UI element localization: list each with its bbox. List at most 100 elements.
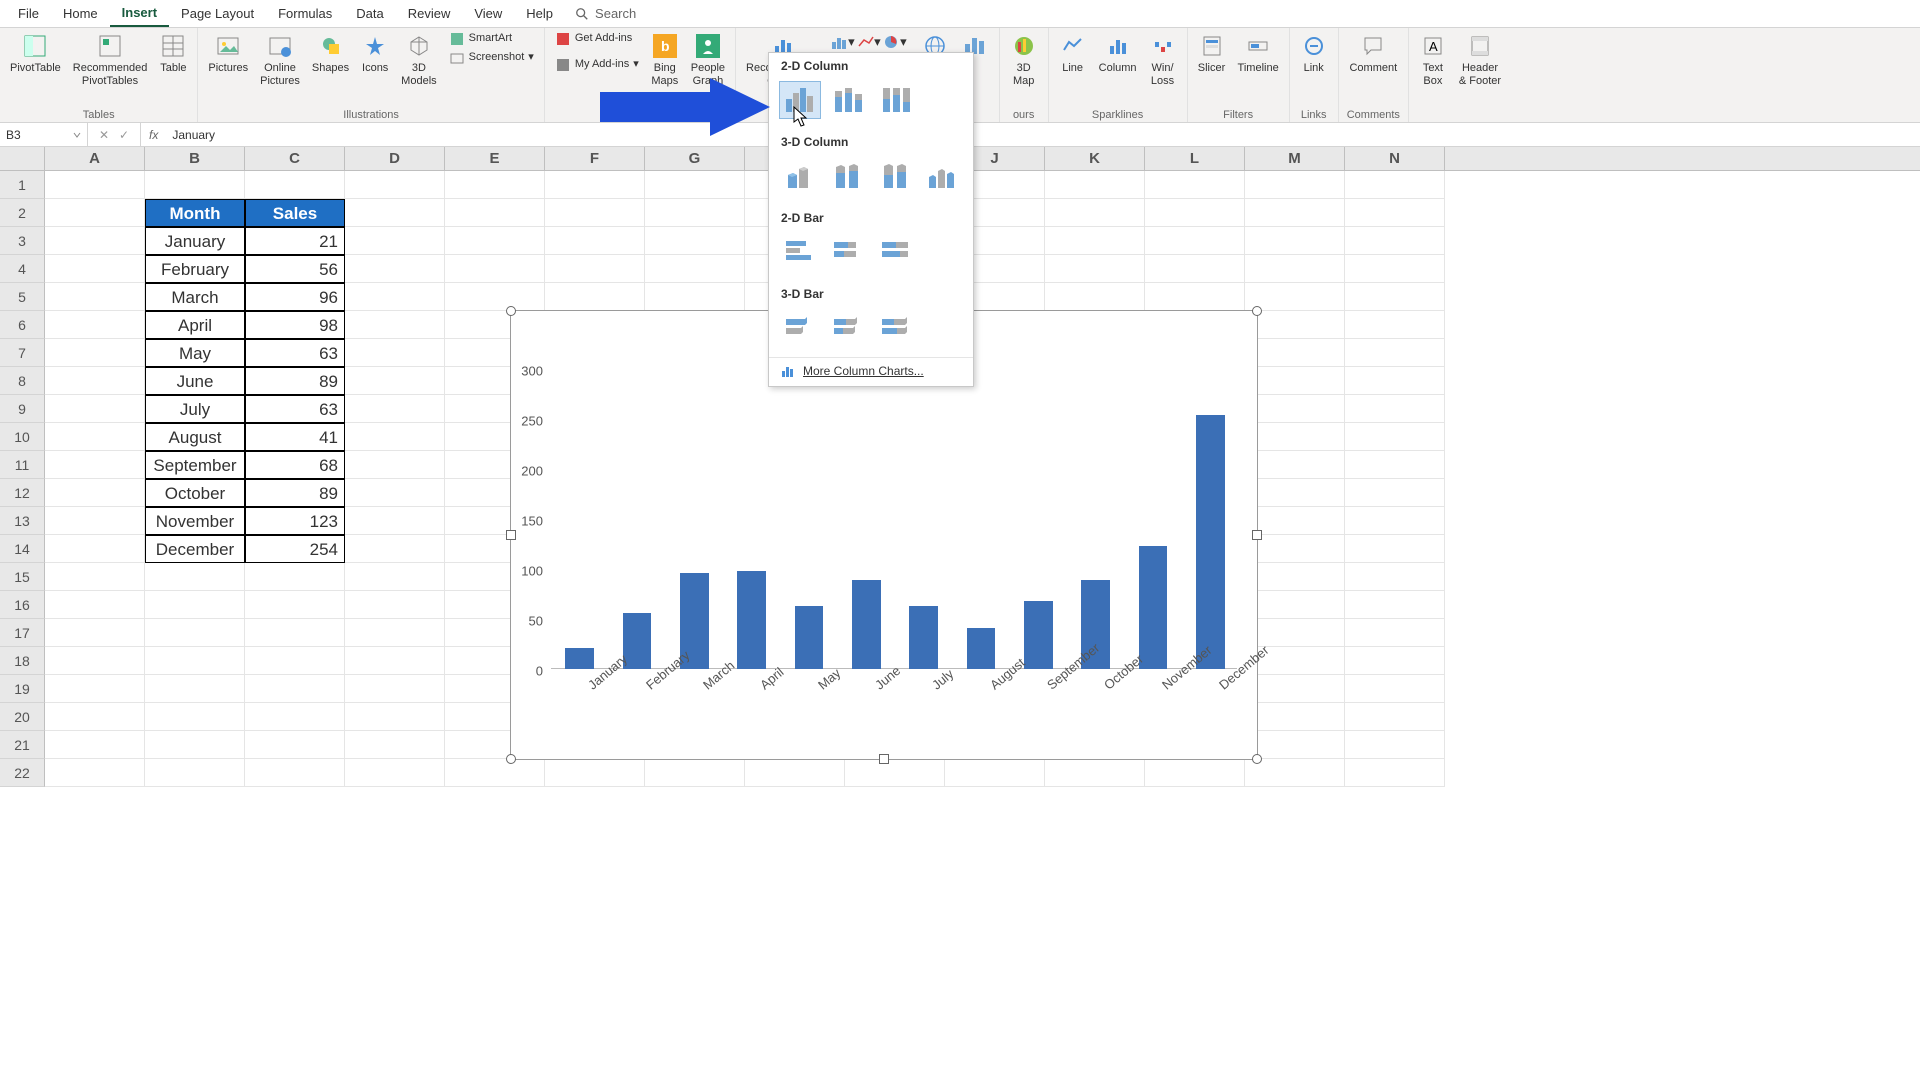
cell[interactable] bbox=[1245, 339, 1345, 367]
cell[interactable] bbox=[545, 171, 645, 199]
column-header[interactable]: B bbox=[145, 147, 245, 170]
cell[interactable] bbox=[345, 479, 445, 507]
cell[interactable] bbox=[345, 395, 445, 423]
chart-handle-ne[interactable] bbox=[1252, 306, 1262, 316]
cell[interactable] bbox=[1345, 563, 1445, 591]
cell[interactable] bbox=[45, 423, 145, 451]
3d-column-option[interactable] bbox=[922, 157, 964, 195]
cell[interactable] bbox=[345, 507, 445, 535]
row-header[interactable]: 16 bbox=[0, 591, 45, 619]
cell[interactable] bbox=[245, 731, 345, 759]
chart-handle-nw[interactable] bbox=[506, 306, 516, 316]
cell[interactable]: April bbox=[145, 311, 245, 339]
cell[interactable] bbox=[1145, 759, 1245, 787]
cell[interactable] bbox=[45, 227, 145, 255]
cell[interactable] bbox=[645, 759, 745, 787]
table-button[interactable]: Table bbox=[157, 30, 189, 77]
cell[interactable]: October bbox=[145, 479, 245, 507]
cell[interactable] bbox=[45, 311, 145, 339]
get-addins-button[interactable]: Get Add-ins bbox=[553, 30, 641, 48]
chart-bar[interactable] bbox=[1139, 546, 1168, 669]
cell[interactable] bbox=[1245, 255, 1345, 283]
cell[interactable] bbox=[45, 395, 145, 423]
textbox-button[interactable]: AText Box bbox=[1417, 30, 1449, 90]
cell[interactable] bbox=[845, 759, 945, 787]
column-header[interactable]: N bbox=[1345, 147, 1445, 170]
tab-home[interactable]: Home bbox=[51, 1, 110, 26]
cell[interactable] bbox=[345, 703, 445, 731]
cell[interactable] bbox=[345, 619, 445, 647]
row-header[interactable]: 12 bbox=[0, 479, 45, 507]
cell[interactable] bbox=[745, 759, 845, 787]
cell[interactable] bbox=[345, 535, 445, 563]
fx-icon[interactable]: fx bbox=[141, 128, 166, 142]
screenshot-button[interactable]: Screenshot ▾ bbox=[447, 49, 536, 67]
chart-bar[interactable] bbox=[967, 628, 996, 669]
3d-100-stacked-column-option[interactable] bbox=[874, 157, 916, 195]
cell[interactable] bbox=[345, 339, 445, 367]
row-header[interactable]: 22 bbox=[0, 759, 45, 787]
cell[interactable] bbox=[1345, 647, 1445, 675]
cell[interactable] bbox=[1245, 703, 1345, 731]
cell[interactable] bbox=[345, 675, 445, 703]
cell[interactable] bbox=[645, 199, 745, 227]
insert-column-chart-button[interactable]: ▾ bbox=[831, 32, 855, 52]
cell[interactable] bbox=[45, 591, 145, 619]
tell-me-search[interactable]: Search bbox=[575, 6, 636, 21]
sparkline-line-button[interactable]: Line bbox=[1057, 30, 1089, 77]
cell[interactable] bbox=[45, 171, 145, 199]
cell[interactable] bbox=[45, 731, 145, 759]
cell[interactable]: March bbox=[145, 283, 245, 311]
cell[interactable] bbox=[445, 255, 545, 283]
3d-stacked-column-option[interactable] bbox=[827, 157, 869, 195]
column-header[interactable]: F bbox=[545, 147, 645, 170]
cell[interactable] bbox=[45, 675, 145, 703]
cell[interactable] bbox=[445, 227, 545, 255]
cell[interactable]: September bbox=[145, 451, 245, 479]
100-stacked-bar-option[interactable] bbox=[875, 233, 917, 271]
cell[interactable] bbox=[45, 759, 145, 787]
cell[interactable] bbox=[145, 563, 245, 591]
cell[interactable] bbox=[45, 619, 145, 647]
stacked-column-option[interactable] bbox=[827, 81, 869, 119]
cell[interactable]: 63 bbox=[245, 339, 345, 367]
online-pictures-button[interactable]: Online Pictures bbox=[258, 30, 302, 90]
cell[interactable] bbox=[1345, 703, 1445, 731]
cell[interactable] bbox=[1045, 199, 1145, 227]
cell[interactable]: 98 bbox=[245, 311, 345, 339]
cell[interactable]: 41 bbox=[245, 423, 345, 451]
column-header[interactable]: E bbox=[445, 147, 545, 170]
row-header[interactable]: 7 bbox=[0, 339, 45, 367]
cell[interactable] bbox=[45, 255, 145, 283]
chart-bar[interactable] bbox=[795, 606, 824, 669]
cell[interactable]: November bbox=[145, 507, 245, 535]
cell[interactable] bbox=[545, 227, 645, 255]
tab-review[interactable]: Review bbox=[396, 1, 463, 26]
cell[interactable] bbox=[45, 479, 145, 507]
cell[interactable] bbox=[345, 367, 445, 395]
row-header[interactable]: 11 bbox=[0, 451, 45, 479]
cell[interactable] bbox=[345, 563, 445, 591]
formula-input[interactable]: January bbox=[166, 128, 1920, 142]
comment-button[interactable]: Comment bbox=[1347, 30, 1399, 77]
row-header[interactable]: 18 bbox=[0, 647, 45, 675]
cell[interactable] bbox=[145, 731, 245, 759]
link-button[interactable]: Link bbox=[1298, 30, 1330, 77]
cell[interactable] bbox=[1045, 759, 1145, 787]
3d-clustered-column-option[interactable] bbox=[779, 157, 821, 195]
cell[interactable] bbox=[1245, 199, 1345, 227]
cell[interactable] bbox=[45, 703, 145, 731]
row-header[interactable]: 2 bbox=[0, 199, 45, 227]
column-header[interactable]: K bbox=[1045, 147, 1145, 170]
cell[interactable] bbox=[345, 227, 445, 255]
row-header[interactable]: 6 bbox=[0, 311, 45, 339]
cell[interactable] bbox=[1045, 255, 1145, 283]
clustered-bar-option[interactable] bbox=[779, 233, 821, 271]
cell[interactable] bbox=[45, 451, 145, 479]
select-all-corner[interactable] bbox=[0, 147, 45, 170]
cell[interactable] bbox=[1145, 171, 1245, 199]
column-header[interactable]: D bbox=[345, 147, 445, 170]
chart-bar[interactable] bbox=[1024, 601, 1053, 669]
cell[interactable] bbox=[45, 199, 145, 227]
cell[interactable] bbox=[1245, 395, 1345, 423]
